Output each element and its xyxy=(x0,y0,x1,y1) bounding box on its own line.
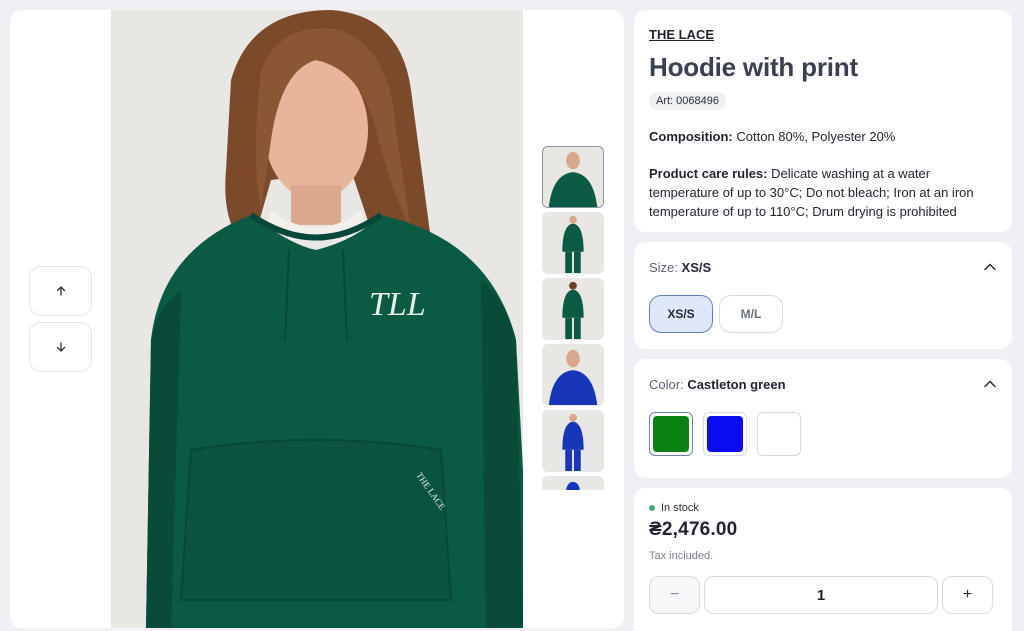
thumbnail-2[interactable] xyxy=(542,212,604,274)
arrow-up-icon xyxy=(56,286,65,296)
chevron-up-icon[interactable] xyxy=(983,377,997,391)
care-label: Product care rules: xyxy=(649,166,768,181)
article-badge: Art: 0068496 xyxy=(649,92,726,110)
composition-value: Cotton 80%, Polyester 20% xyxy=(736,129,896,144)
size-selector: Size: XS/S XS/S M/L xyxy=(634,242,1012,349)
size-label: Size: xyxy=(649,259,678,275)
thumbnail-4[interactable] xyxy=(542,344,604,406)
product-info-card: THE LACE Hoodie with print Art: 0068496 … xyxy=(634,10,1012,232)
chevron-up-icon[interactable] xyxy=(983,260,997,274)
gallery-prev-button[interactable] xyxy=(29,266,92,316)
thumbnail-strip[interactable] xyxy=(542,146,606,490)
size-option-xs-s[interactable]: XS/S xyxy=(649,295,713,333)
stock-status: In stock xyxy=(649,502,997,514)
thumbnail-5[interactable] xyxy=(542,410,604,472)
color-label: Color: xyxy=(649,376,684,392)
color-header[interactable]: Color: Castleton green xyxy=(649,359,997,409)
color-selector: Color: Castleton green xyxy=(634,359,1012,478)
size-selected-value: XS/S xyxy=(681,259,712,275)
product-gallery: TLL THE LACE xyxy=(10,10,624,628)
thumbnail-6[interactable] xyxy=(542,476,604,490)
color-swatch-green[interactable] xyxy=(649,412,693,456)
quantity-value[interactable]: 1 xyxy=(704,576,938,614)
stock-dot-icon xyxy=(649,505,655,511)
main-product-photo: TLL THE LACE xyxy=(111,10,523,628)
thumbnail-3[interactable] xyxy=(542,278,604,340)
size-header[interactable]: Size: XS/S xyxy=(649,242,997,292)
composition: Composition: Cotton 80%, Polyester 20% xyxy=(649,128,997,146)
thumbnail-1[interactable] xyxy=(542,146,604,208)
tax-note: Tax included. xyxy=(649,550,714,562)
color-swatch-blue[interactable] xyxy=(703,412,747,456)
product-title: Hoodie with print xyxy=(649,52,858,82)
brand-link[interactable]: THE LACE xyxy=(649,27,714,42)
quantity-stepper: − 1 + xyxy=(649,576,997,614)
size-option-m-l[interactable]: M/L xyxy=(719,295,783,333)
hoodie-logo: TLL xyxy=(369,286,426,323)
price: ₴2,476.00 xyxy=(649,519,738,540)
purchase-card: In stock ₴2,476.00 Tax included. − 1 + xyxy=(634,488,1012,631)
color-selected-value: Castleton green xyxy=(687,376,786,392)
quantity-increase-button[interactable]: + xyxy=(942,576,993,614)
quantity-decrease-button[interactable]: − xyxy=(649,576,700,614)
stock-text: In stock xyxy=(661,502,699,514)
arrow-down-icon xyxy=(56,342,65,352)
color-swatch-white[interactable] xyxy=(757,412,801,456)
gallery-next-button[interactable] xyxy=(29,322,92,372)
care-rules: Product care rules: Delicate washing at … xyxy=(649,164,997,221)
composition-label: Composition: xyxy=(649,129,733,144)
